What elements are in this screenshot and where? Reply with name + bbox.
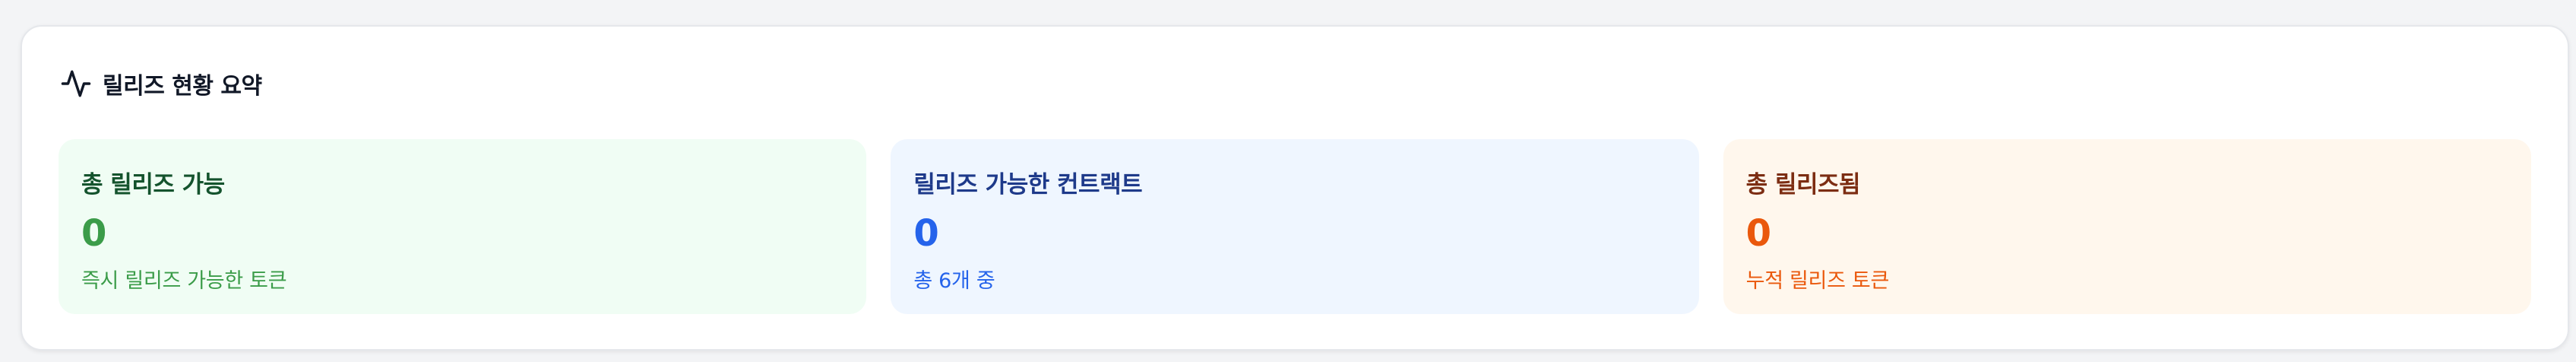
panel-header: 릴리즈 현황 요약 — [60, 65, 262, 103]
card-title: 총 릴리즈 가능 — [81, 171, 225, 198]
releasable-contracts-card: 릴리즈 가능한 컨트랙트 0 총 6개 중 — [891, 139, 1699, 314]
release-summary-panel: 릴리즈 현황 요약 총 릴리즈 가능 0 즉시 릴리즈 가능한 토큰 릴리즈 가… — [21, 25, 2569, 351]
card-subtitle: 누적 릴리즈 토큰 — [1745, 269, 1890, 293]
total-releasable-card: 총 릴리즈 가능 0 즉시 릴리즈 가능한 토큰 — [59, 139, 867, 314]
card-value: 0 — [1745, 212, 1772, 255]
card-value: 0 — [913, 212, 939, 255]
activity-icon — [60, 68, 92, 100]
card-title: 릴리즈 가능한 컨트랙트 — [913, 171, 1143, 198]
panel-title: 릴리즈 현황 요약 — [103, 73, 262, 100]
card-title: 총 릴리즈됨 — [1745, 171, 1861, 198]
summary-cards: 총 릴리즈 가능 0 즉시 릴리즈 가능한 토큰 릴리즈 가능한 컨트랙트 0 … — [59, 139, 2531, 314]
card-value: 0 — [81, 212, 107, 255]
total-released-card: 총 릴리즈됨 0 누적 릴리즈 토큰 — [1723, 139, 2531, 314]
card-subtitle: 즉시 릴리즈 가능한 토큰 — [81, 269, 287, 293]
card-subtitle: 총 6개 중 — [913, 269, 995, 293]
